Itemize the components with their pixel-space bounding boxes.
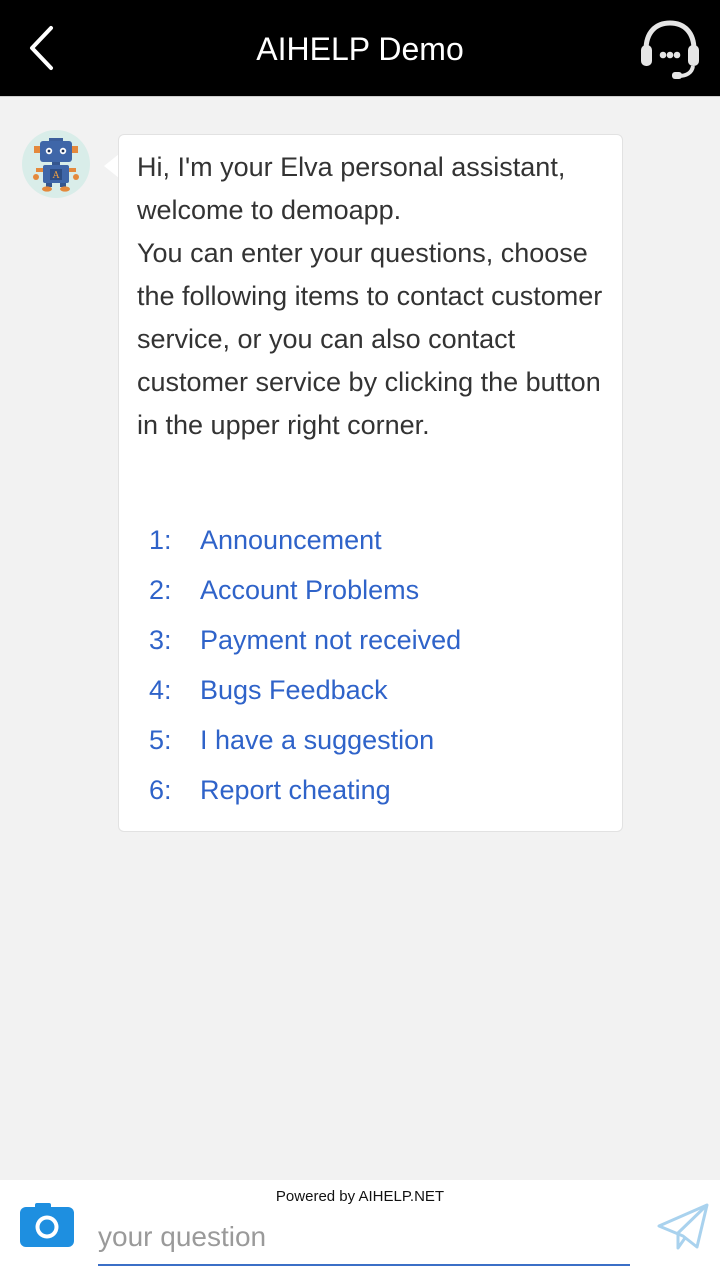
- app-root: AIHELP Demo A Hi, I'm your Elva personal…: [0, 0, 720, 1280]
- chat-area[interactable]: A Hi, I'm your Elva personal assistant, …: [0, 97, 720, 1180]
- quick-options-list: 1: Announcement 2: Account Problems 3: Paym…: [149, 515, 589, 815]
- camera-button[interactable]: [19, 1201, 75, 1249]
- option-announcement[interactable]: 1: Announcement: [149, 515, 589, 565]
- robot-icon: A: [33, 138, 79, 192]
- option-report-cheating[interactable]: 6: Report cheating: [149, 765, 589, 815]
- top-bar: AIHELP Demo: [0, 0, 720, 97]
- option-label: Payment not received: [200, 625, 462, 655]
- option-number: 1:: [149, 525, 172, 555]
- customer-service-button[interactable]: [634, 14, 706, 84]
- question-input[interactable]: [98, 1210, 630, 1266]
- assistant-avatar: A: [22, 130, 90, 198]
- option-suggestion[interactable]: 5: I have a suggestion: [149, 715, 589, 765]
- camera-icon: [20, 1203, 74, 1247]
- option-label: Account Problems: [200, 575, 420, 605]
- greeting-text: Hi, I'm your Elva personal assistant, we…: [137, 152, 603, 440]
- powered-by-label: Powered by AIHELP.NET: [275, 1188, 445, 1205]
- page-title: AIHELP Demo: [256, 31, 464, 67]
- input-bar: Powered by AIHELP.NET: [0, 1180, 720, 1280]
- option-number: 5:: [149, 725, 172, 755]
- paper-plane-icon: [657, 1203, 709, 1250]
- assistant-message-bubble: Hi, I'm your Elva personal assistant, we…: [118, 134, 623, 832]
- back-button[interactable]: [18, 18, 68, 78]
- option-payment-not-received[interactable]: 3: Payment not received: [149, 615, 589, 665]
- option-label: Bugs Feedback: [200, 675, 388, 705]
- option-number: 3:: [149, 625, 172, 655]
- option-number: 6:: [149, 775, 172, 805]
- send-button[interactable]: [656, 1200, 710, 1254]
- chevron-left-icon: [30, 26, 53, 70]
- headset-icon: [641, 20, 699, 79]
- option-number: 4:: [149, 675, 172, 705]
- option-account-problems[interactable]: 2: Account Problems: [149, 565, 589, 615]
- option-number: 2:: [149, 575, 172, 605]
- svg-text:A: A: [52, 171, 60, 181]
- option-label: Announcement: [200, 525, 382, 555]
- option-bugs-feedback[interactable]: 4: Bugs Feedback: [149, 665, 589, 715]
- option-label: I have a suggestion: [200, 725, 435, 755]
- option-label: Report cheating: [200, 775, 391, 805]
- message-bubble-tail: [104, 154, 119, 178]
